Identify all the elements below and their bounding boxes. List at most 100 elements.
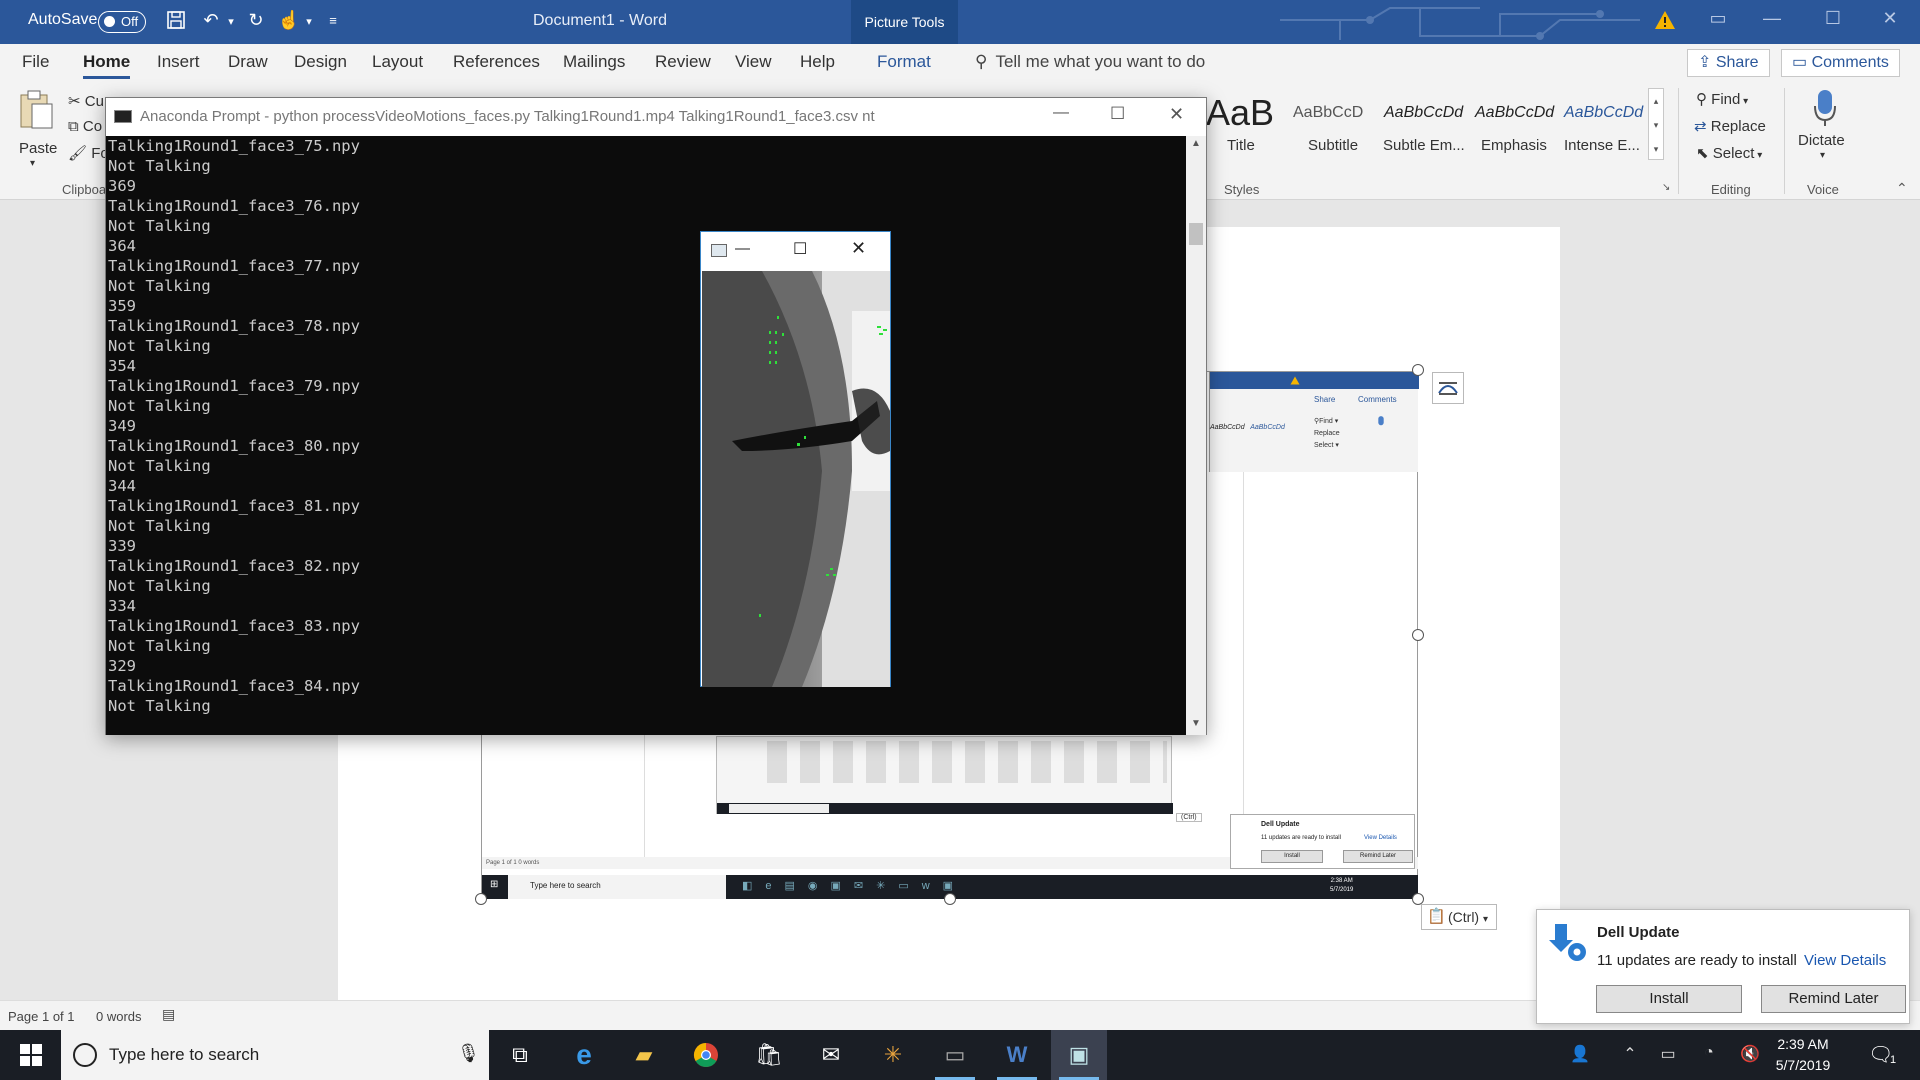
view-details-link[interactable]: View Details — [1804, 952, 1886, 969]
style-preview-subtitle: AaBbCcD — [1293, 104, 1364, 121]
video-frame-window[interactable]: — ☐ ✕ — [700, 231, 891, 687]
scissors-icon: ✂ — [68, 93, 85, 110]
scroll-down-icon[interactable]: ▼ — [1191, 718, 1201, 729]
file-explorer-icon[interactable]: ▰ — [616, 1030, 672, 1080]
show-hidden-icons[interactable]: ⌃ — [1618, 1044, 1642, 1064]
tab-draw[interactable]: Draw — [228, 52, 268, 72]
select-button[interactable]: ⬉ Select ▾ — [1696, 144, 1762, 162]
word-count[interactable]: 0 words — [96, 1009, 142, 1024]
style-subtitle[interactable]: AaBbCcD Subtitle — [1287, 82, 1377, 162]
tab-design[interactable]: Design — [294, 52, 347, 72]
paste-options-button[interactable]: 📋 (Ctrl) ▾ — [1421, 904, 1497, 930]
tab-home[interactable]: Home — [83, 52, 131, 79]
paste-options-dropdown-icon: ▾ — [1483, 914, 1489, 925]
format-painter-button[interactable]: 🖌 Fo — [68, 144, 109, 162]
image-viewer-taskbar-icon[interactable]: ▣ — [1051, 1030, 1107, 1080]
chrome-icon[interactable] — [678, 1030, 734, 1080]
tab-format[interactable]: Format — [877, 52, 931, 72]
scroll-up-icon[interactable]: ▲ — [1191, 138, 1201, 149]
tell-me-search[interactable]: ⚲ Tell me what you want to do — [975, 52, 1205, 72]
taskbar-search-box[interactable]: Type here to search 🎙 — [61, 1030, 489, 1080]
remind-later-button[interactable]: Remind Later — [1761, 985, 1906, 1013]
customize-qat-icon[interactable]: ≡ — [320, 13, 346, 28]
dictate-button[interactable]: Dictate ▾ — [1792, 88, 1858, 172]
console-maximize-icon[interactable]: ☐ — [1110, 104, 1125, 124]
install-button[interactable]: Install — [1596, 985, 1742, 1013]
minimize-icon[interactable]: — — [1752, 8, 1792, 29]
scroll-thumb[interactable] — [1189, 223, 1203, 245]
edge-icon[interactable]: e — [556, 1030, 612, 1080]
console-line: 334 — [108, 597, 136, 615]
warning-icon[interactable] — [1654, 10, 1676, 30]
taskbar-clock[interactable]: 2:39 AM 5/7/2019 — [1758, 1034, 1848, 1076]
wifi-icon[interactable]: ◔ — [1697, 1044, 1721, 1062]
video-frame-minimize-icon[interactable]: — — [735, 240, 750, 257]
start-button[interactable] — [0, 1030, 61, 1080]
resize-handle-right[interactable] — [1412, 629, 1424, 641]
console-output[interactable]: Talking1Round1_face3_75.npy Not Talking 36… — [106, 136, 1187, 735]
console-line: 359 — [108, 297, 136, 315]
touch-mode-dropdown-icon[interactable]: ▾ — [296, 15, 322, 28]
video-frame-title-bar[interactable]: — ☐ ✕ — [701, 232, 890, 271]
style-emphasis[interactable]: AaBbCcDd Emphasis — [1472, 82, 1562, 162]
collapse-ribbon-icon[interactable]: ⌃ — [1896, 180, 1908, 197]
ribbon-display-options-icon[interactable]: ▭ — [1698, 8, 1738, 29]
microphone-icon[interactable]: 🎙 — [457, 1043, 480, 1064]
save-icon[interactable] — [163, 10, 189, 35]
style-subtle-emphasis[interactable]: AaBbCcDd Subtle Em... — [1380, 82, 1470, 162]
maximize-icon[interactable]: ☐ — [1813, 8, 1853, 29]
dell-update-notification[interactable]: Dell Update 11 updates are ready to inst… — [1536, 909, 1910, 1024]
paintbrush-icon: 🖌 — [68, 145, 92, 162]
undo-dropdown-icon[interactable]: ▾ — [218, 15, 244, 28]
people-icon[interactable]: 👤 — [1568, 1044, 1592, 1064]
cut-button[interactable]: ✂ Cu — [68, 92, 104, 110]
share-label: Share — [1715, 54, 1759, 71]
word-taskbar-icon[interactable]: W — [989, 1030, 1045, 1080]
comments-button[interactable]: ▭ Comments — [1781, 49, 1900, 77]
proofing-icon[interactable]: ▤ — [162, 1006, 175, 1023]
anaconda-prompt-taskbar-icon[interactable]: ▭ — [927, 1030, 983, 1080]
battery-icon[interactable]: ▭ — [1656, 1044, 1680, 1064]
video-frame-maximize-icon[interactable]: ☐ — [793, 239, 807, 259]
share-button[interactable]: ⇪ Share — [1687, 49, 1770, 77]
video-frame-close-icon[interactable]: ✕ — [851, 238, 866, 259]
console-minimize-icon[interactable]: — — [1053, 104, 1069, 122]
anaconda-prompt-window[interactable]: Anaconda Prompt - python processVideoMot… — [105, 97, 1207, 735]
task-view-icon[interactable]: ⧉ — [492, 1030, 548, 1080]
replace-button[interactable]: ⇄ Replace — [1694, 117, 1766, 135]
page-count[interactable]: Page 1 of 1 — [8, 1009, 75, 1024]
styles-scroll[interactable]: ▴ ▾ ▾ — [1648, 88, 1664, 160]
style-intense-emphasis[interactable]: AaBbCcDd Intense E... — [1563, 82, 1653, 162]
copy-button[interactable]: ⧉ Co — [68, 118, 102, 135]
mini-toast-remind: Remind Later — [1343, 850, 1413, 863]
tab-references[interactable]: References — [453, 52, 540, 72]
console-close-icon[interactable]: ✕ — [1169, 104, 1184, 125]
styles-dialog-launcher-icon[interactable]: ↘ — [1662, 182, 1670, 193]
resize-handle-top-right[interactable] — [1412, 364, 1424, 376]
redo-icon[interactable]: ↻ — [243, 10, 269, 31]
layout-options-button[interactable] — [1432, 372, 1464, 404]
tab-insert[interactable]: Insert — [157, 52, 200, 72]
resize-handle-bottom[interactable] — [944, 893, 956, 905]
tab-file[interactable]: File — [22, 52, 49, 72]
mini-toast-link: View Details — [1364, 835, 1397, 841]
tab-layout[interactable]: Layout — [372, 52, 423, 72]
console-title-bar[interactable]: Anaconda Prompt - python processVideoMot… — [106, 98, 1206, 136]
tab-help[interactable]: Help — [800, 52, 835, 72]
word-title-bar: AutoSave Off ↶ ▾ ↻ ☝ ▾ ≡ Document1 - Wor… — [0, 0, 1920, 44]
find-button[interactable]: ⚲ Find ▾ — [1696, 90, 1748, 108]
console-scrollbar[interactable]: ▲ ▼ — [1186, 136, 1206, 735]
slack-icon[interactable]: ✳ — [865, 1030, 921, 1080]
title-bar-decoration — [1280, 7, 1640, 40]
style-title[interactable]: AaB Title — [1206, 82, 1276, 162]
close-icon[interactable]: ✕ — [1870, 8, 1910, 29]
tab-view[interactable]: View — [735, 52, 772, 72]
store-icon[interactable]: 🛍 — [741, 1030, 797, 1080]
autosave-toggle[interactable]: Off — [98, 11, 146, 33]
paste-button[interactable]: Paste ▾ — [14, 90, 58, 174]
comments-label: Comments — [1811, 54, 1889, 71]
mail-icon[interactable]: ✉ — [803, 1030, 859, 1080]
tab-review[interactable]: Review — [655, 52, 711, 72]
resize-handle-bottom-left[interactable] — [475, 893, 487, 905]
tab-mailings[interactable]: Mailings — [563, 52, 625, 72]
